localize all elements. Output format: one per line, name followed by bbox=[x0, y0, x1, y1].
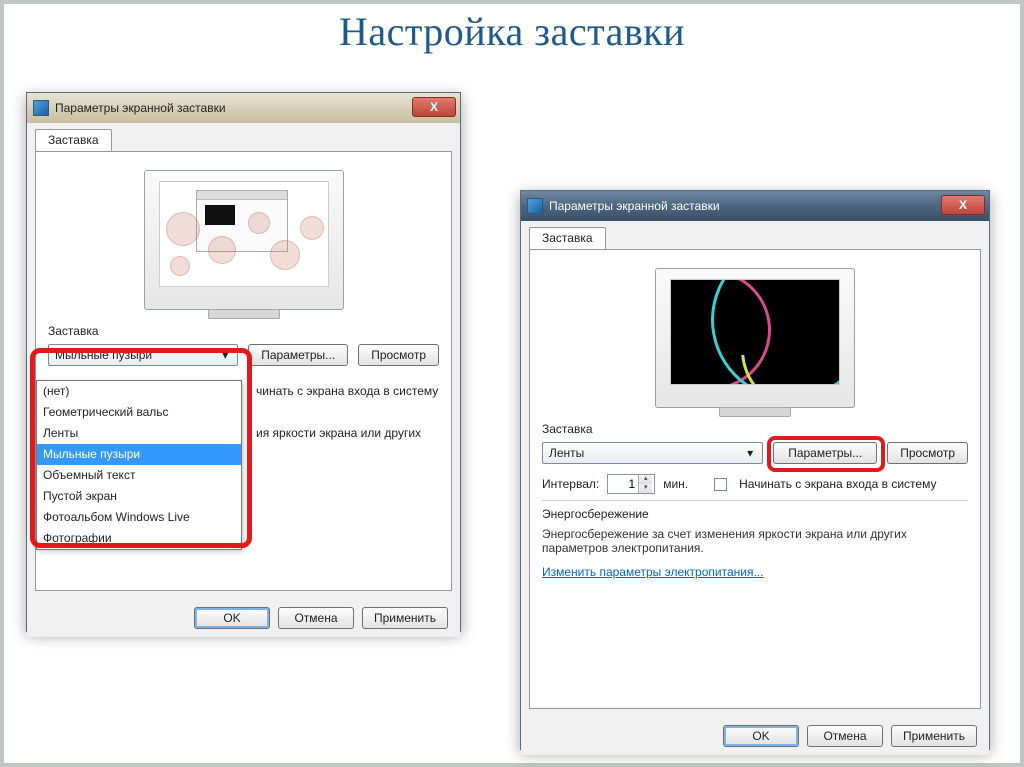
window-title: Параметры экранной заставки bbox=[549, 199, 720, 213]
screensaver-dialog-right: Параметры экранной заставки X Заставка З… bbox=[520, 190, 990, 750]
titlebar[interactable]: Параметры экранной заставки X bbox=[27, 93, 460, 123]
tab-strip: Заставка bbox=[27, 123, 460, 151]
power-link[interactable]: Изменить параметры электропитания... bbox=[542, 565, 763, 579]
option-3dtext[interactable]: Объемный текст bbox=[37, 465, 241, 486]
cancel-button[interactable]: Отмена bbox=[278, 607, 354, 629]
close-icon: X bbox=[430, 100, 438, 114]
app-icon bbox=[527, 198, 543, 214]
parameters-button[interactable]: Параметры... bbox=[773, 442, 877, 464]
ok-button[interactable]: OK bbox=[723, 725, 799, 747]
close-button[interactable]: X bbox=[941, 195, 985, 215]
section-label: Заставка bbox=[48, 324, 439, 338]
interval-unit: мин. bbox=[663, 477, 688, 491]
dialog-buttons: OK Отмена Применить bbox=[521, 717, 989, 755]
cancel-button[interactable]: Отмена bbox=[807, 725, 883, 747]
screensaver-select-value: Мыльные пузыри bbox=[55, 348, 152, 362]
interval-input[interactable] bbox=[608, 476, 638, 492]
truncated-checkbox-text: чинать с экрана входа в систему bbox=[256, 384, 438, 398]
screensaver-select-value: Ленты bbox=[549, 446, 584, 460]
spin-down-icon[interactable]: ▾ bbox=[638, 484, 652, 493]
login-checkbox[interactable] bbox=[714, 478, 727, 491]
screensaver-select[interactable]: Мыльные пузыри ▾ bbox=[48, 344, 238, 366]
preview-button[interactable]: Просмотр bbox=[358, 344, 439, 366]
page-title: Настройка заставки bbox=[0, 0, 1024, 67]
power-text-line2: параметров электропитания. bbox=[542, 541, 968, 555]
preview-monitor bbox=[655, 268, 855, 408]
option-geometric[interactable]: Геометрический вальс bbox=[37, 402, 241, 423]
tab-body: Заставка Ленты ▾ Параметры... Просмотр И… bbox=[529, 249, 981, 709]
spin-up-icon[interactable]: ▴ bbox=[638, 475, 652, 484]
option-blank[interactable]: Пустой экран bbox=[37, 486, 241, 507]
preview-monitor bbox=[144, 170, 344, 310]
apply-button[interactable]: Применить bbox=[362, 607, 448, 629]
truncated-power-text: ия яркости экрана или других bbox=[256, 426, 421, 440]
option-none[interactable]: (нет) bbox=[37, 381, 241, 402]
titlebar[interactable]: Параметры экранной заставки X bbox=[521, 191, 989, 221]
interval-spinner[interactable]: ▴▾ bbox=[607, 474, 655, 494]
preview-screen bbox=[159, 181, 329, 287]
window-title: Параметры экранной заставки bbox=[55, 101, 226, 115]
chevron-down-icon: ▾ bbox=[217, 347, 233, 363]
ok-button[interactable]: OK bbox=[194, 607, 270, 629]
apply-button[interactable]: Применить bbox=[891, 725, 977, 747]
screensaver-dropdown-open[interactable]: (нет) Геометрический вальс Ленты Мыльные… bbox=[36, 380, 242, 550]
option-bubbles[interactable]: Мыльные пузыри bbox=[37, 444, 241, 465]
tab-body: Заставка Мыльные пузыри ▾ Параметры... П… bbox=[35, 151, 452, 591]
screensaver-dialog-left: Параметры экранной заставки X Заставка З… bbox=[26, 92, 461, 632]
preview-button[interactable]: Просмотр bbox=[887, 442, 968, 464]
bubbles-overlay bbox=[160, 182, 328, 286]
option-photos[interactable]: Фотографии bbox=[37, 528, 241, 549]
dialog-buttons: OK Отмена Применить bbox=[27, 599, 460, 637]
close-button[interactable]: X bbox=[412, 97, 456, 117]
option-ribbons[interactable]: Ленты bbox=[37, 423, 241, 444]
option-photolive[interactable]: Фотоальбом Windows Live bbox=[37, 507, 241, 528]
power-text-line1: Энергосбережение за счет изменения яркос… bbox=[542, 527, 968, 541]
tab-screensaver[interactable]: Заставка bbox=[529, 227, 606, 249]
tab-strip: Заставка bbox=[521, 221, 989, 249]
app-icon bbox=[33, 100, 49, 116]
tab-screensaver[interactable]: Заставка bbox=[35, 129, 112, 151]
section-label: Заставка bbox=[542, 422, 968, 436]
parameters-button[interactable]: Параметры... bbox=[248, 344, 348, 366]
power-group: Энергосбережение Энергосбережение за сче… bbox=[542, 500, 968, 579]
close-icon: X bbox=[959, 198, 967, 212]
spinner-buttons[interactable]: ▴▾ bbox=[638, 475, 652, 493]
screensaver-select[interactable]: Ленты ▾ bbox=[542, 442, 763, 464]
preview-screen bbox=[670, 279, 840, 385]
interval-label: Интервал: bbox=[542, 477, 599, 491]
login-checkbox-label: Начинать с экрана входа в систему bbox=[739, 477, 936, 491]
power-heading: Энергосбережение bbox=[542, 507, 968, 521]
chevron-down-icon: ▾ bbox=[742, 445, 758, 461]
